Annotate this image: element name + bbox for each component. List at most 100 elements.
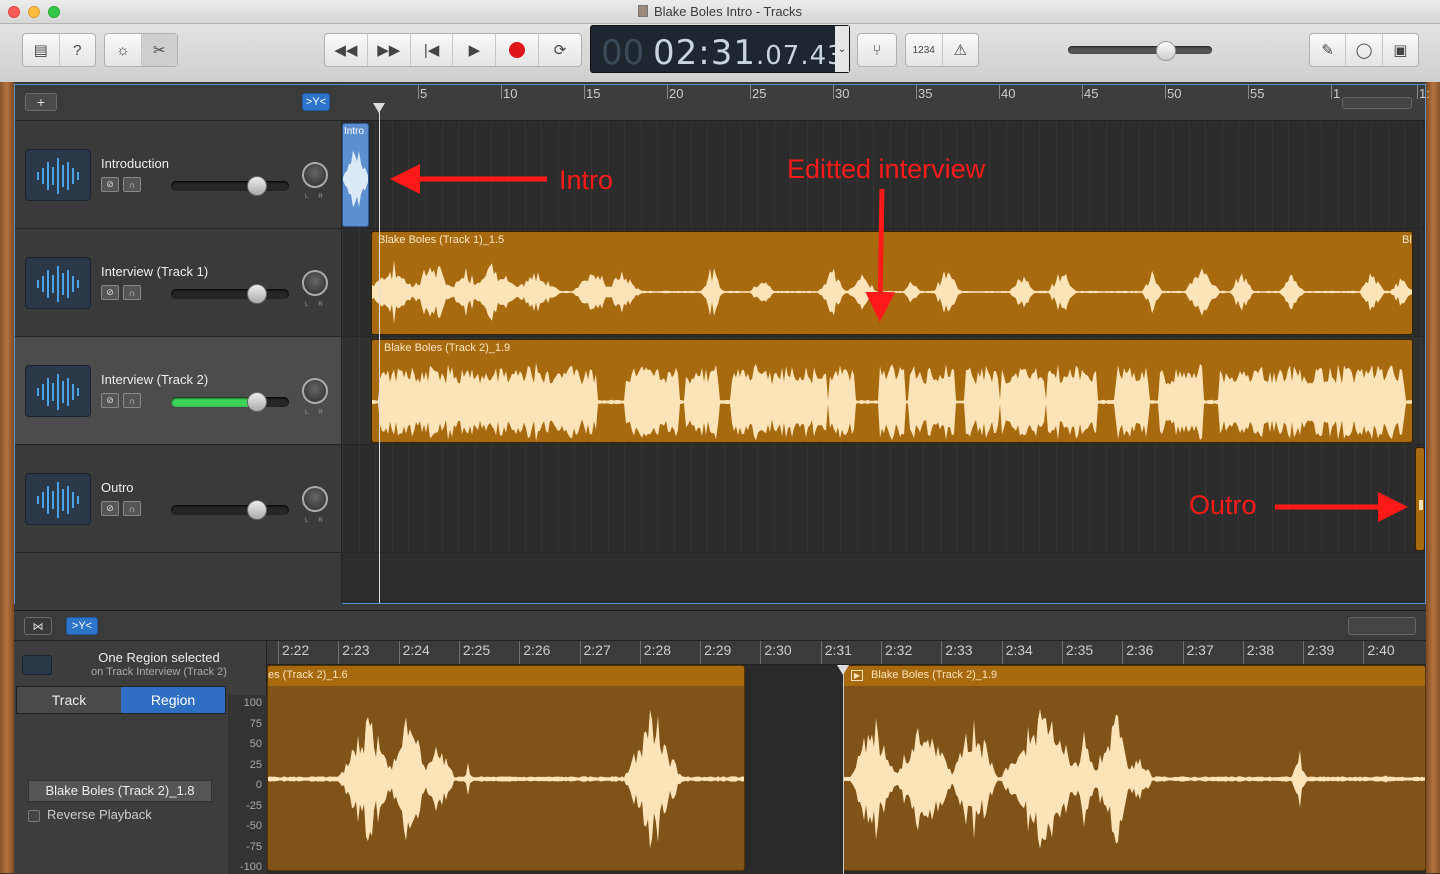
playhead[interactable]: [379, 103, 380, 603]
master-volume-knob[interactable]: [1156, 41, 1176, 61]
volume-fader[interactable]: [171, 397, 289, 407]
track-header-interview-2[interactable]: Interview (Track 2) ⊘ ∩ LR: [15, 337, 342, 445]
editor-region-left[interactable]: es (Track 2)_1.6: [267, 665, 745, 871]
help-button[interactable]: ?: [60, 34, 96, 66]
ruler-label: 55: [1250, 86, 1265, 101]
pan-knob[interactable]: [302, 486, 328, 512]
tab-region[interactable]: Region: [121, 687, 225, 713]
mute-button[interactable]: ⊘: [101, 285, 119, 300]
mute-button[interactable]: ⊘: [101, 393, 119, 408]
ruler-tick: [1331, 85, 1332, 99]
record-button[interactable]: [496, 34, 540, 66]
amplitude-label: 0: [255, 779, 262, 791]
editor-ruler-tick: [278, 641, 279, 664]
region-interview-2[interactable]: Blake Boles (Track 2)_1.9: [371, 339, 1413, 443]
editors-button[interactable]: ✂: [141, 34, 177, 66]
count-in-button[interactable]: 1234: [906, 34, 943, 66]
track-name[interactable]: Outro: [101, 480, 134, 495]
tab-track[interactable]: Track: [17, 687, 121, 713]
editor-zoom-slider[interactable]: [1348, 617, 1416, 635]
editor-ruler-label: 2:37: [1186, 642, 1214, 658]
zoom-slider[interactable]: [1342, 97, 1412, 109]
volume-fader-knob[interactable]: [247, 176, 267, 196]
smart-controls-icon: ☼: [115, 41, 130, 59]
track-name[interactable]: Introduction: [101, 156, 169, 171]
grid-line: [491, 121, 493, 228]
smart-filter-button[interactable]: >Y<: [302, 93, 330, 111]
notepad-button[interactable]: ✎: [1310, 34, 1347, 66]
fast-forward-icon: ▶▶: [377, 42, 401, 59]
headphones-button[interactable]: ∩: [123, 501, 141, 516]
editor-region-right[interactable]: ▶ Blake Boles (Track 2)_1.9: [843, 665, 1426, 871]
editor-catch-button[interactable]: ⋈: [24, 617, 52, 635]
mute-button[interactable]: ⊘: [101, 177, 119, 192]
play-button[interactable]: ▶: [453, 34, 497, 66]
grid-line: [757, 445, 758, 552]
amplitude-label: 25: [249, 758, 262, 771]
editor-ruler-tick: [820, 641, 822, 664]
headphones-button[interactable]: ∩: [123, 285, 141, 300]
loop-browser-button[interactable]: ◯: [1346, 34, 1383, 66]
grid-line: [690, 445, 692, 552]
smart-controls-button[interactable]: ☼: [105, 34, 142, 66]
lcd-mode-chevron-icon[interactable]: ⌄: [835, 26, 849, 72]
grid-line: [1371, 121, 1373, 228]
track-header-introduction[interactable]: Introduction ⊘ ∩ LR: [15, 121, 342, 229]
volume-fader-knob[interactable]: [247, 392, 267, 412]
volume-fader[interactable]: [171, 505, 289, 515]
grid-line: [1421, 229, 1422, 336]
headphones-button[interactable]: ∩: [123, 177, 141, 192]
editor-filter-button[interactable]: >Y<: [66, 617, 98, 635]
grid-line: [640, 121, 642, 228]
library-button[interactable]: ▤: [23, 34, 60, 66]
headphones-button[interactable]: ∩: [123, 393, 141, 408]
track-header-outro[interactable]: Outro ⊘ ∩ LR: [15, 445, 342, 553]
annotation-edited: Editted interview: [787, 154, 986, 184]
tuner-button[interactable]: ⑂: [858, 34, 896, 66]
editor-playhead[interactable]: [843, 665, 844, 874]
track-name[interactable]: Interview (Track 2): [101, 372, 208, 387]
grid-line: [1371, 445, 1373, 552]
region-intro[interactable]: Intro: [342, 123, 369, 227]
reverse-checkbox[interactable]: [28, 810, 40, 822]
media-browser-button[interactable]: ▣: [1383, 34, 1418, 66]
track-header-interview-1[interactable]: Interview (Track 1) ⊘ ∩ LR: [15, 229, 342, 337]
add-track-button[interactable]: +: [25, 93, 57, 111]
amplitude-axis: 100 75 50 25 0 -25 -50 -75 -100: [228, 695, 267, 874]
metronome-button[interactable]: ⚠: [943, 34, 979, 66]
mute-button[interactable]: ⊘: [101, 501, 119, 516]
grid-line: [375, 445, 377, 552]
editor-ruler-label: 2:22: [282, 642, 310, 658]
grid-line: [591, 445, 592, 552]
track-name[interactable]: Interview (Track 1): [101, 264, 208, 279]
region-outro[interactable]: [1415, 447, 1425, 551]
volume-fader-knob[interactable]: [247, 500, 267, 520]
grid-line: [474, 445, 476, 552]
play-icon: ▶: [468, 42, 481, 59]
editor-ruler-tick: [700, 641, 702, 664]
grid-line: [524, 121, 526, 228]
fast-forward-button[interactable]: ▶▶: [368, 34, 411, 66]
grid-line: [1072, 121, 1074, 228]
editor-ruler[interactable]: 2:22 2:23 2:24 2:25 2:26 2:27 2:28 2:29 2:30 2:31…: [267, 641, 1426, 665]
audio-editor: ⋈ >Y< One Region selected on Track Inter…: [14, 610, 1426, 874]
master-volume-slider[interactable]: [1068, 46, 1212, 54]
grid-line: [557, 445, 559, 552]
editor-playhead-handle-icon[interactable]: [837, 665, 849, 675]
volume-fader[interactable]: [171, 289, 289, 299]
region-name-field[interactable]: Blake Boles (Track 2)_1.8: [28, 780, 212, 802]
grid-line: [1089, 121, 1090, 228]
lcd-display[interactable]: 00 02:31.07.43 ⌄: [590, 25, 850, 73]
volume-fader-knob[interactable]: [247, 284, 267, 304]
rewind-button[interactable]: ◀◀: [325, 34, 368, 66]
region-interview-1[interactable]: Blake Boles (Track 1)_1.5 Bl: [371, 231, 1413, 335]
go-to-beginning-button[interactable]: |◀: [411, 34, 454, 66]
pan-knob[interactable]: [302, 378, 328, 404]
pan-knob[interactable]: [302, 162, 328, 188]
track-header-toolbar: + >Y<: [15, 85, 342, 121]
volume-fader[interactable]: [171, 181, 289, 191]
grid-line: [1122, 445, 1124, 552]
timeline-ruler[interactable]: 5 10 15 20 25 30 35 40 45 50 55 1 1:: [342, 85, 1430, 121]
pan-knob[interactable]: [302, 270, 328, 296]
cycle-button[interactable]: ⟳: [539, 34, 581, 66]
